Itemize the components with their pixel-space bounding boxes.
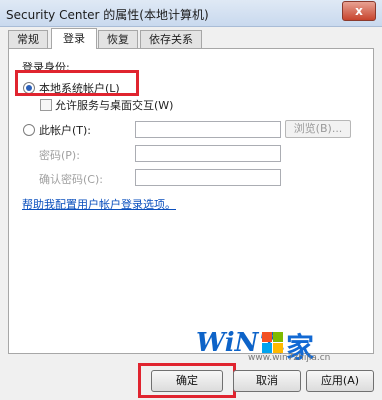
allow-desktop-label: 允许服务与桌面交互(W) bbox=[55, 99, 174, 112]
title-bar: Security Center 的属性(本地计算机) x bbox=[0, 0, 382, 27]
window-title: Security Center 的属性(本地计算机) bbox=[6, 8, 209, 22]
close-button[interactable]: x bbox=[342, 1, 376, 21]
highlight-ok bbox=[138, 363, 236, 398]
this-account-radio[interactable] bbox=[23, 124, 35, 136]
browse-button[interactable]: 浏览(B)... bbox=[285, 120, 351, 138]
allow-desktop-checkbox[interactable] bbox=[40, 99, 52, 111]
tab-logon[interactable]: 登录 bbox=[51, 28, 97, 49]
password-input[interactable] bbox=[135, 145, 281, 162]
windows-flag-icon bbox=[262, 332, 284, 354]
tab-dependencies[interactable]: 依存关系 bbox=[140, 30, 202, 49]
password-label: 密码(P): bbox=[39, 149, 80, 162]
tab-recovery[interactable]: 恢复 bbox=[98, 30, 138, 49]
this-account-label: 此帐户(T): bbox=[39, 124, 92, 137]
close-icon: x bbox=[355, 4, 363, 18]
tab-general[interactable]: 常规 bbox=[8, 30, 48, 49]
confirm-password-label: 确认密码(C): bbox=[39, 173, 103, 186]
confirm-password-input[interactable] bbox=[135, 169, 281, 186]
help-link[interactable]: 帮助我配置用户帐户登录选项。 bbox=[22, 196, 176, 212]
watermark-url: www.win7zhijia.cn bbox=[248, 353, 331, 363]
highlight-local-system bbox=[15, 70, 139, 96]
cancel-button[interactable]: 取消 bbox=[233, 370, 301, 392]
account-input[interactable] bbox=[135, 121, 281, 138]
apply-button[interactable]: 应用(A) bbox=[306, 370, 374, 392]
